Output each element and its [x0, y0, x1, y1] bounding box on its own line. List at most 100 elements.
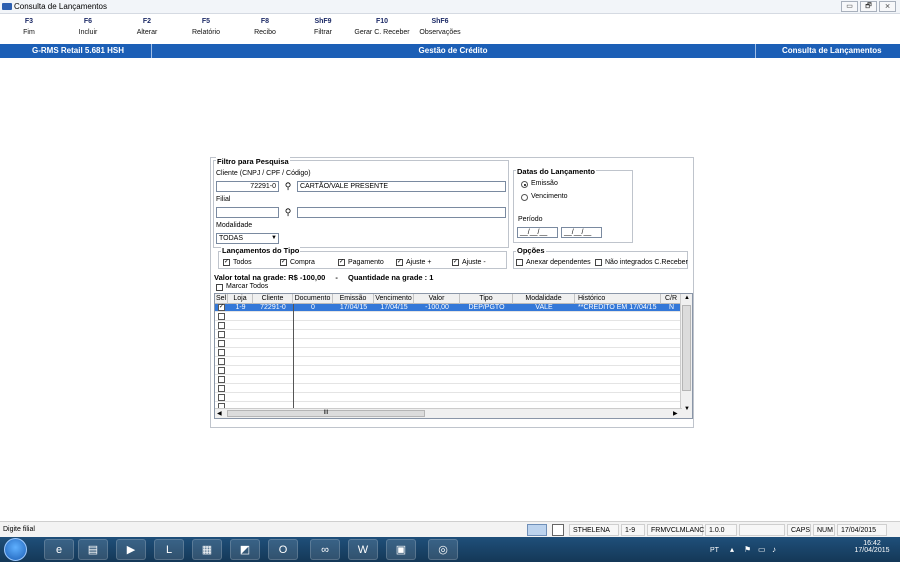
binoculars-icon[interactable]: ⚲	[281, 181, 295, 192]
app-icon[interactable]: ▦	[192, 539, 222, 560]
fkey-recibo-button[interactable]: F8 Recibo	[236, 18, 294, 36]
table-row[interactable]: ✓ 1-9 72291-0 0 17/04/15 17/04/15 -100,0…	[215, 304, 682, 312]
filial-code-input[interactable]	[216, 207, 279, 218]
cell-valor: -100,00	[425, 304, 449, 311]
volume-icon[interactable]: ♪	[772, 545, 776, 554]
col-documento[interactable]: Documento	[293, 294, 333, 304]
table-row[interactable]	[215, 367, 682, 375]
row-select-checkbox[interactable]	[218, 349, 225, 356]
tipo-pagamento-checkbox[interactable]: ✓	[338, 259, 345, 266]
word-icon[interactable]: W	[348, 539, 378, 560]
fkey-key: F10	[375, 18, 389, 25]
row-select-checkbox[interactable]	[218, 385, 225, 392]
clock[interactable]: 16:42 17/04/2015	[850, 540, 894, 554]
network-icon[interactable]: ▭	[758, 545, 766, 554]
col-tipo[interactable]: Tipo	[460, 294, 513, 304]
cliente-code-input[interactable]: 72291-0	[216, 181, 279, 192]
fkey-incluir-button[interactable]: F6 Incluir	[59, 18, 117, 36]
fkey-fim-button[interactable]: F3 Fim	[0, 18, 58, 36]
tipo-ajuste-mais-checkbox[interactable]: ✓	[396, 259, 403, 266]
table-row[interactable]	[215, 358, 682, 366]
start-button-icon[interactable]	[4, 538, 27, 561]
ie-icon[interactable]: e	[44, 539, 74, 560]
scroll-left-icon[interactable]: ◀	[217, 410, 222, 417]
row-select-checkbox[interactable]	[218, 358, 225, 365]
window-icon[interactable]: ◩	[230, 539, 260, 560]
marcar-todos-checkbox[interactable]	[216, 284, 223, 291]
fkey-relatorio-button[interactable]: F5 Relatório	[177, 18, 235, 36]
col-sel[interactable]: Sel	[215, 294, 228, 304]
browser-icon[interactable]: ◎	[428, 539, 458, 560]
table-row[interactable]	[215, 340, 682, 348]
col-vencimento[interactable]: Vencimento	[374, 294, 414, 304]
flag-icon[interactable]: ⚑	[744, 545, 751, 554]
row-select-checkbox[interactable]	[218, 331, 225, 338]
grid-vertical-scrollbar[interactable]: ▲ ▼	[680, 294, 692, 418]
tipo-todos-checkbox[interactable]: ✓	[223, 259, 230, 266]
table-row[interactable]	[215, 349, 682, 357]
media-icon[interactable]: ▶	[116, 539, 146, 560]
scroll-up-icon[interactable]: ▲	[684, 295, 690, 301]
periodo-from-input[interactable]: __/__/__	[517, 227, 558, 238]
status-message: Digite filial	[3, 526, 35, 533]
fkey-alterar-button[interactable]: F2 Alterar	[118, 18, 176, 36]
col-cr[interactable]: C/R	[661, 294, 682, 304]
tipo-ajuste-menos-checkbox[interactable]: ✓	[452, 259, 459, 266]
anexar-dependentes-checkbox[interactable]	[516, 259, 523, 266]
explorer-icon[interactable]: ▤	[78, 539, 108, 560]
table-row[interactable]	[215, 376, 682, 384]
row-select-checkbox[interactable]	[218, 322, 225, 329]
emissao-label: Emissão	[531, 180, 558, 187]
app-icon	[2, 3, 12, 10]
scroll-down-icon[interactable]: ▼	[684, 406, 690, 412]
row-select-checkbox[interactable]	[218, 367, 225, 374]
table-row[interactable]	[215, 394, 682, 402]
status-bar: Digite filial STHELENA 1-9 FRMVCLMLANC 1…	[0, 521, 900, 537]
table-row[interactable]	[215, 331, 682, 339]
tipo-compra-checkbox[interactable]: ✓	[280, 259, 287, 266]
horizontal-scroll-thumb[interactable]: III	[227, 410, 425, 417]
grid-horizontal-scrollbar[interactable]: ◀ III ▶	[215, 408, 682, 418]
maximize-button[interactable]: 🗗	[860, 1, 877, 12]
col-loja[interactable]: Loja	[228, 294, 253, 304]
status-version: 1.0.0	[705, 524, 737, 536]
row-select-checkbox[interactable]	[218, 376, 225, 383]
row-select-checkbox[interactable]	[218, 394, 225, 401]
binoculars-icon[interactable]: ⚲	[281, 207, 295, 218]
lync-icon[interactable]: L	[154, 539, 184, 560]
fkey-filtrar-button[interactable]: ShF9 Filtrar	[294, 18, 352, 36]
col-valor[interactable]: Valor	[414, 294, 460, 304]
cell-loja: 1-9	[235, 304, 246, 311]
col-historico[interactable]: Histórico	[575, 294, 661, 304]
col-cliente[interactable]: Cliente	[253, 294, 293, 304]
periodo-to-input[interactable]: __/__/__	[561, 227, 602, 238]
scroll-right-icon[interactable]: ▶	[673, 410, 678, 417]
table-row[interactable]	[215, 322, 682, 330]
emissao-radio[interactable]	[521, 181, 528, 188]
vertical-scroll-thumb[interactable]	[682, 305, 691, 391]
close-button[interactable]: ⨯	[879, 1, 896, 12]
infinity-icon[interactable]: ∞	[310, 539, 340, 560]
modalidade-select[interactable]: TODAS ▼	[216, 233, 279, 244]
row-select-checkbox[interactable]	[218, 340, 225, 347]
row-select-checkbox[interactable]	[218, 313, 225, 320]
tipo-todos-label: Todos	[233, 259, 252, 266]
cliente-name-input[interactable]: CARTÃO/VALE PRESENTE	[297, 181, 506, 192]
outlook-icon[interactable]: O	[268, 539, 298, 560]
table-row[interactable]	[215, 313, 682, 321]
language-indicator[interactable]: PT	[710, 547, 719, 554]
vencimento-radio[interactable]	[521, 194, 528, 201]
launches-grid[interactable]: Sel Loja Cliente Documento Emissão Venci…	[214, 293, 693, 419]
fkey-gerar-receber-button[interactable]: F10 Gerar C. Receber	[346, 18, 418, 36]
row-select-checkbox[interactable]: ✓	[218, 304, 225, 311]
table-row[interactable]	[215, 385, 682, 393]
vencimento-label: Vencimento	[531, 193, 568, 200]
nao-integrados-checkbox[interactable]	[595, 259, 602, 266]
col-emissao[interactable]: Emissão	[333, 294, 374, 304]
fkey-observacoes-button[interactable]: ShF6 Observações	[411, 18, 469, 36]
filial-name-input[interactable]	[297, 207, 506, 218]
minimize-button[interactable]: ▭	[841, 1, 858, 12]
remote-icon[interactable]: ▣	[386, 539, 416, 560]
tray-expand-icon[interactable]: ▴	[730, 545, 734, 554]
col-modalidade[interactable]: Modalidade	[513, 294, 575, 304]
